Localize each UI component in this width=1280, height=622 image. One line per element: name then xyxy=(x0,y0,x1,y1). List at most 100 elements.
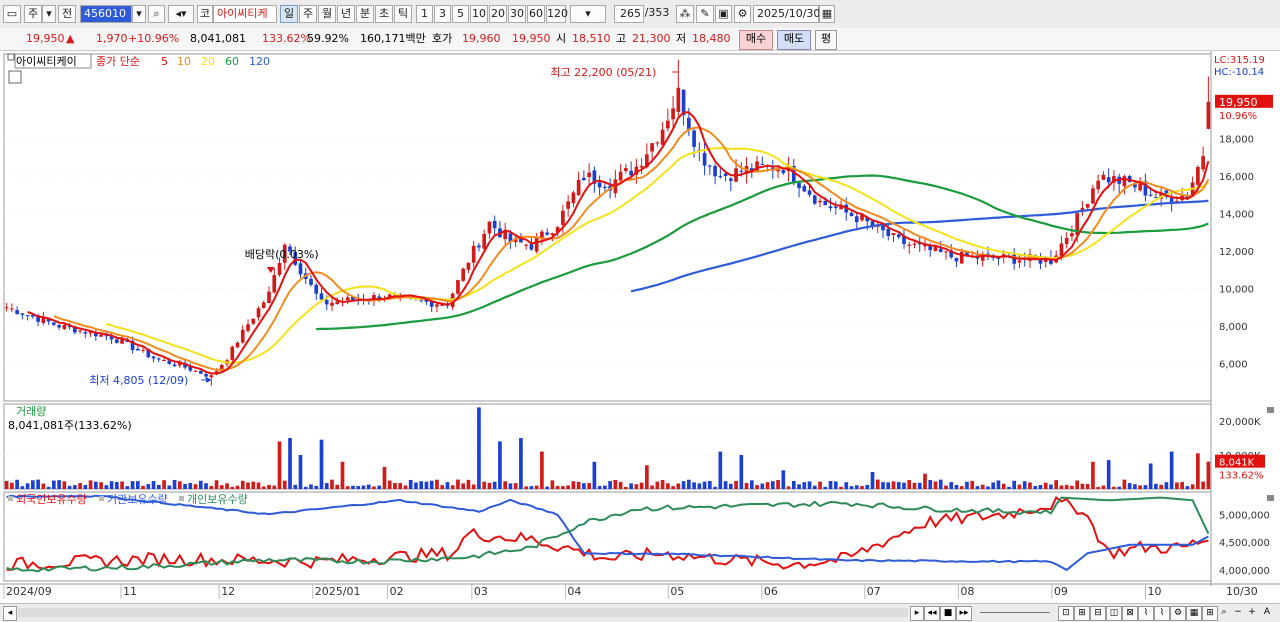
toolbar: ▭ 주 ▾ 전 456010 ▾ ⌕ ◂▾ 코 아이씨티케 일주월년분초틱 13… xyxy=(0,0,1280,29)
candle-body xyxy=(461,268,466,281)
volume-bar xyxy=(907,480,912,489)
candle-body xyxy=(1148,194,1153,196)
volume-bar xyxy=(314,485,319,489)
volume-bar xyxy=(403,485,408,489)
chart-area[interactable]: 6,000 8,000 10,000 12,000 14,000 16,000 18,000… xyxy=(0,51,1280,603)
play-icon[interactable]: ▸ xyxy=(910,606,924,621)
speaker-icon[interactable]: ◂▾ xyxy=(168,5,194,23)
tool-icon-3[interactable]: ⊟ xyxy=(1090,606,1106,621)
code-input[interactable]: 456010 xyxy=(80,5,132,23)
search-icon[interactable]: ⌕ xyxy=(148,5,165,23)
volume-bar xyxy=(414,482,418,489)
number-btn-3[interactable]: 3 xyxy=(434,5,451,23)
volume-bar xyxy=(923,473,927,489)
tool-icon-9[interactable]: ▦ xyxy=(1186,606,1202,621)
volume-bar xyxy=(240,480,245,489)
interval-5[interactable]: 초 xyxy=(375,5,393,23)
calendar-icon[interactable]: ▦ xyxy=(819,5,835,23)
candle-body xyxy=(487,221,492,234)
number-btn-5[interactable]: 5 xyxy=(452,5,469,23)
candle-body xyxy=(676,87,681,113)
interval-6[interactable]: 틱 xyxy=(394,5,412,23)
save-icon[interactable]: ▣ xyxy=(715,5,732,23)
volume-bar xyxy=(345,486,350,489)
buy-button[interactable]: 매수 xyxy=(739,30,773,50)
candle-body xyxy=(324,299,329,305)
tool-icon-10[interactable]: ⊞ xyxy=(1202,606,1218,621)
candle-body xyxy=(624,168,628,172)
code-dropdown-icon[interactable]: ▾ xyxy=(132,5,146,23)
prev-button[interactable]: 전 xyxy=(58,5,76,23)
x-axis-label: 05 xyxy=(670,585,684,598)
tool-icon-5[interactable]: ⊠ xyxy=(1122,606,1138,621)
font-size-icon[interactable]: A xyxy=(1260,606,1274,619)
volume-bar xyxy=(361,485,366,489)
scrollbar-track[interactable] xyxy=(18,608,908,617)
candle-body xyxy=(135,348,140,351)
candle-body xyxy=(944,251,948,253)
interval-1[interactable]: 주 xyxy=(299,5,317,23)
x-axis-end-label: 10/30 xyxy=(1226,585,1258,598)
tool-icon-7[interactable]: ⌇ xyxy=(1154,606,1170,621)
number-btn-10[interactable]: 10 xyxy=(470,5,488,23)
candle-body xyxy=(141,349,145,351)
link-icon[interactable]: ⁂ xyxy=(676,5,694,23)
forward-icon[interactable]: ▸▸ xyxy=(956,606,972,621)
interval-0[interactable]: 일 xyxy=(280,5,298,23)
volume-bar xyxy=(104,485,109,489)
stop-icon[interactable]: ■ xyxy=(940,606,956,621)
volume-bar xyxy=(340,461,345,489)
gear-icon[interactable]: ⚙ xyxy=(734,5,751,23)
magnify-icon[interactable]: ⌕ xyxy=(1218,606,1230,619)
volume-bar xyxy=(67,485,72,489)
volume-bar xyxy=(114,482,119,489)
volume-bar xyxy=(933,481,938,489)
window-icon[interactable]: ▭ xyxy=(3,5,21,23)
volume-bar xyxy=(73,485,77,489)
number-btn-1[interactable]: 1 xyxy=(416,5,433,23)
ma-legend-title: 종가 단순 xyxy=(96,55,140,68)
tool-icon-8[interactable]: ⚙ xyxy=(1170,606,1186,621)
volume-bar xyxy=(760,483,765,489)
volume-bar xyxy=(875,479,880,489)
volume-bar xyxy=(15,479,19,489)
candle-body xyxy=(576,179,581,196)
tool-icon-6[interactable]: ⌇ xyxy=(1138,606,1154,621)
number-btn-30[interactable]: 30 xyxy=(508,5,526,23)
interval-3[interactable]: 년 xyxy=(337,5,355,23)
volume-bar xyxy=(177,481,182,489)
ma-legend-120: 120 xyxy=(249,55,270,68)
scroll-left-icon[interactable]: ◂ xyxy=(3,606,17,621)
interval-4[interactable]: 분 xyxy=(356,5,374,23)
number-btn-20[interactable]: 20 xyxy=(489,5,507,23)
stock-name-field[interactable]: 아이씨티케 xyxy=(213,5,277,23)
tool-icon-4[interactable]: ◫ xyxy=(1106,606,1122,621)
zoom-out-icon[interactable]: − xyxy=(1232,606,1244,619)
period-select[interactable]: 주 xyxy=(24,5,42,23)
annotation-high: 최고 22,200 (05/21) xyxy=(550,66,656,79)
volume-bar xyxy=(156,484,161,489)
volume-bar xyxy=(267,484,271,489)
sell-button[interactable]: 매도 xyxy=(777,30,811,50)
tool-icon-2[interactable]: ⊞ xyxy=(1074,606,1090,621)
number-btn-120[interactable]: 120 xyxy=(546,5,568,23)
number-btn-60[interactable]: 60 xyxy=(527,5,545,23)
count-input[interactable]: 265 xyxy=(614,5,644,23)
volume-bar xyxy=(487,482,492,489)
volume-bar xyxy=(587,483,591,489)
eval-button[interactable]: 평 xyxy=(815,30,837,50)
volume-bar xyxy=(797,484,801,489)
volume-bar xyxy=(282,480,287,489)
volume-bar xyxy=(917,482,922,489)
date-input[interactable]: 2025/10/30 xyxy=(753,5,820,23)
volume-bar xyxy=(991,482,996,489)
extra-select[interactable]: ▾ xyxy=(570,5,606,23)
period-dropdown-icon[interactable]: ▾ xyxy=(42,5,56,23)
stock-chart[interactable]: 6,000 8,000 10,000 12,000 14,000 16,000 18,000… xyxy=(0,51,1280,603)
interval-2[interactable]: 월 xyxy=(318,5,336,23)
zoom-in-icon[interactable]: + xyxy=(1246,606,1258,619)
rewind-icon[interactable]: ◂◂ xyxy=(924,606,940,621)
tool-icon-1[interactable]: ⊡ xyxy=(1058,606,1074,621)
draw-icon[interactable]: ✎ xyxy=(696,5,714,23)
zoom-slider[interactable] xyxy=(980,612,1050,613)
